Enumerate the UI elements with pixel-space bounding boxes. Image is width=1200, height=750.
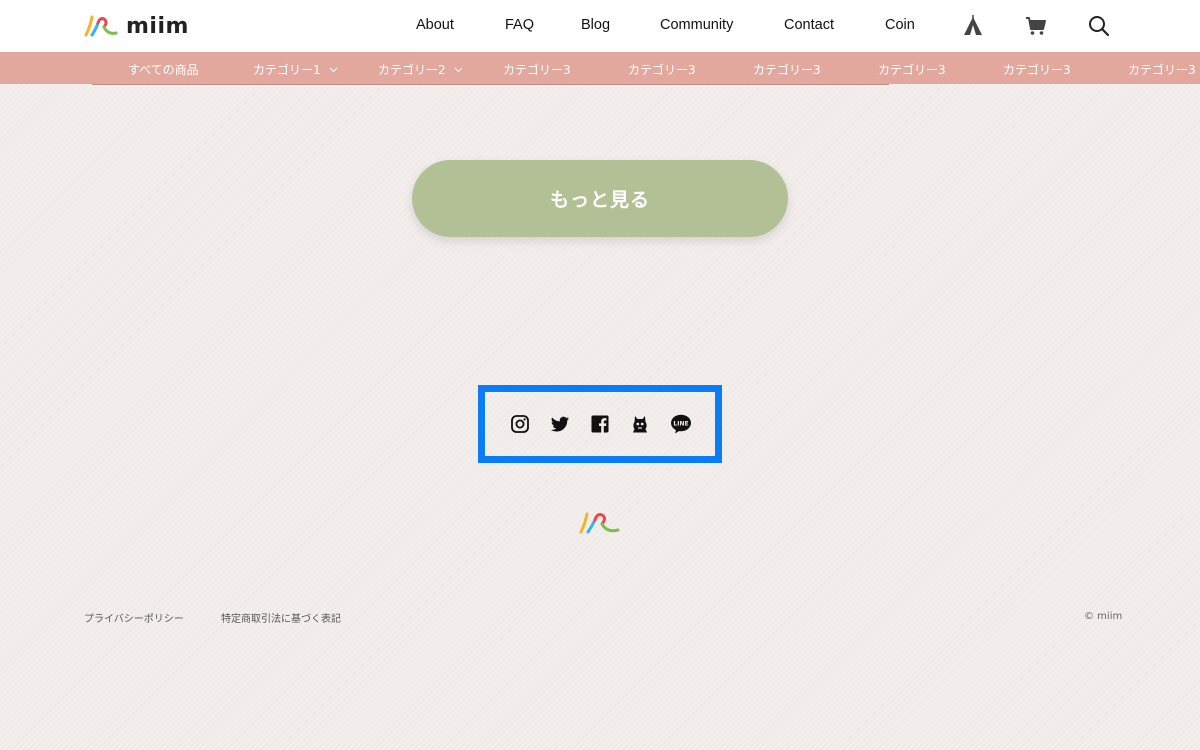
category-label: カテゴリー3 bbox=[628, 63, 696, 77]
nav-faq[interactable]: FAQ bbox=[505, 17, 534, 33]
category-all[interactable]: すべての商品 bbox=[128, 61, 199, 78]
category-label: カテゴリー3 bbox=[878, 63, 946, 77]
category-3[interactable]: カテゴリー3 bbox=[503, 61, 571, 78]
svg-text:LINE: LINE bbox=[673, 420, 688, 427]
category-3[interactable]: カテゴリー3 bbox=[628, 61, 696, 78]
nav-blog[interactable]: Blog bbox=[581, 17, 610, 33]
chevron-down-icon bbox=[329, 67, 337, 72]
nav-coin[interactable]: Coin bbox=[885, 17, 915, 33]
category-3[interactable]: カテゴリー3 bbox=[753, 61, 821, 78]
category-label: カテゴリー3 bbox=[753, 63, 821, 77]
ghost-icon[interactable] bbox=[630, 414, 650, 434]
divider bbox=[92, 84, 889, 85]
footer-logo-icon[interactable] bbox=[578, 508, 622, 536]
chevron-down-icon bbox=[454, 67, 462, 72]
facebook-icon[interactable] bbox=[590, 414, 610, 434]
social-links: LINE bbox=[478, 385, 722, 463]
copyright: © miim bbox=[1084, 611, 1123, 622]
nav-community[interactable]: Community bbox=[660, 17, 733, 33]
category-2[interactable]: カテゴリー2 bbox=[378, 61, 463, 78]
line-icon[interactable]: LINE bbox=[670, 414, 691, 434]
category-label: カテゴリー3 bbox=[1003, 63, 1071, 77]
instagram-icon[interactable] bbox=[510, 414, 530, 434]
category-3[interactable]: カテゴリー3 bbox=[1003, 61, 1071, 78]
category-3[interactable]: カテゴリー3 bbox=[1128, 61, 1196, 78]
tent-icon[interactable] bbox=[962, 15, 984, 37]
see-more-button[interactable]: もっと見る bbox=[412, 160, 788, 237]
category-label: すべての商品 bbox=[128, 63, 199, 77]
category-label: カテゴリー3 bbox=[1128, 63, 1196, 77]
cart-icon[interactable] bbox=[1025, 15, 1047, 37]
category-label: カテゴリー1 bbox=[253, 63, 321, 77]
search-icon[interactable] bbox=[1088, 15, 1110, 37]
category-label: カテゴリー2 bbox=[378, 63, 446, 77]
category-bar: すべての商品 カテゴリー1 カテゴリー2 カテゴリー3 カテゴリー3 カテゴリー… bbox=[0, 52, 1200, 84]
category-3[interactable]: カテゴリー3 bbox=[878, 61, 946, 78]
nav-contact[interactable]: Contact bbox=[784, 17, 834, 33]
twitter-icon[interactable] bbox=[550, 414, 570, 434]
legal-notice-link[interactable]: 特定商取引法に基づく表記 bbox=[221, 610, 341, 625]
nav-about[interactable]: About bbox=[416, 17, 454, 33]
category-label: カテゴリー3 bbox=[503, 63, 571, 77]
main-nav: About FAQ Blog Community Contact Coin bbox=[0, 0, 1200, 52]
privacy-policy-link[interactable]: プライバシーポリシー bbox=[84, 610, 184, 625]
category-1[interactable]: カテゴリー1 bbox=[253, 61, 338, 78]
site-header: miim About FAQ Blog Community Contact Co… bbox=[0, 0, 1200, 52]
